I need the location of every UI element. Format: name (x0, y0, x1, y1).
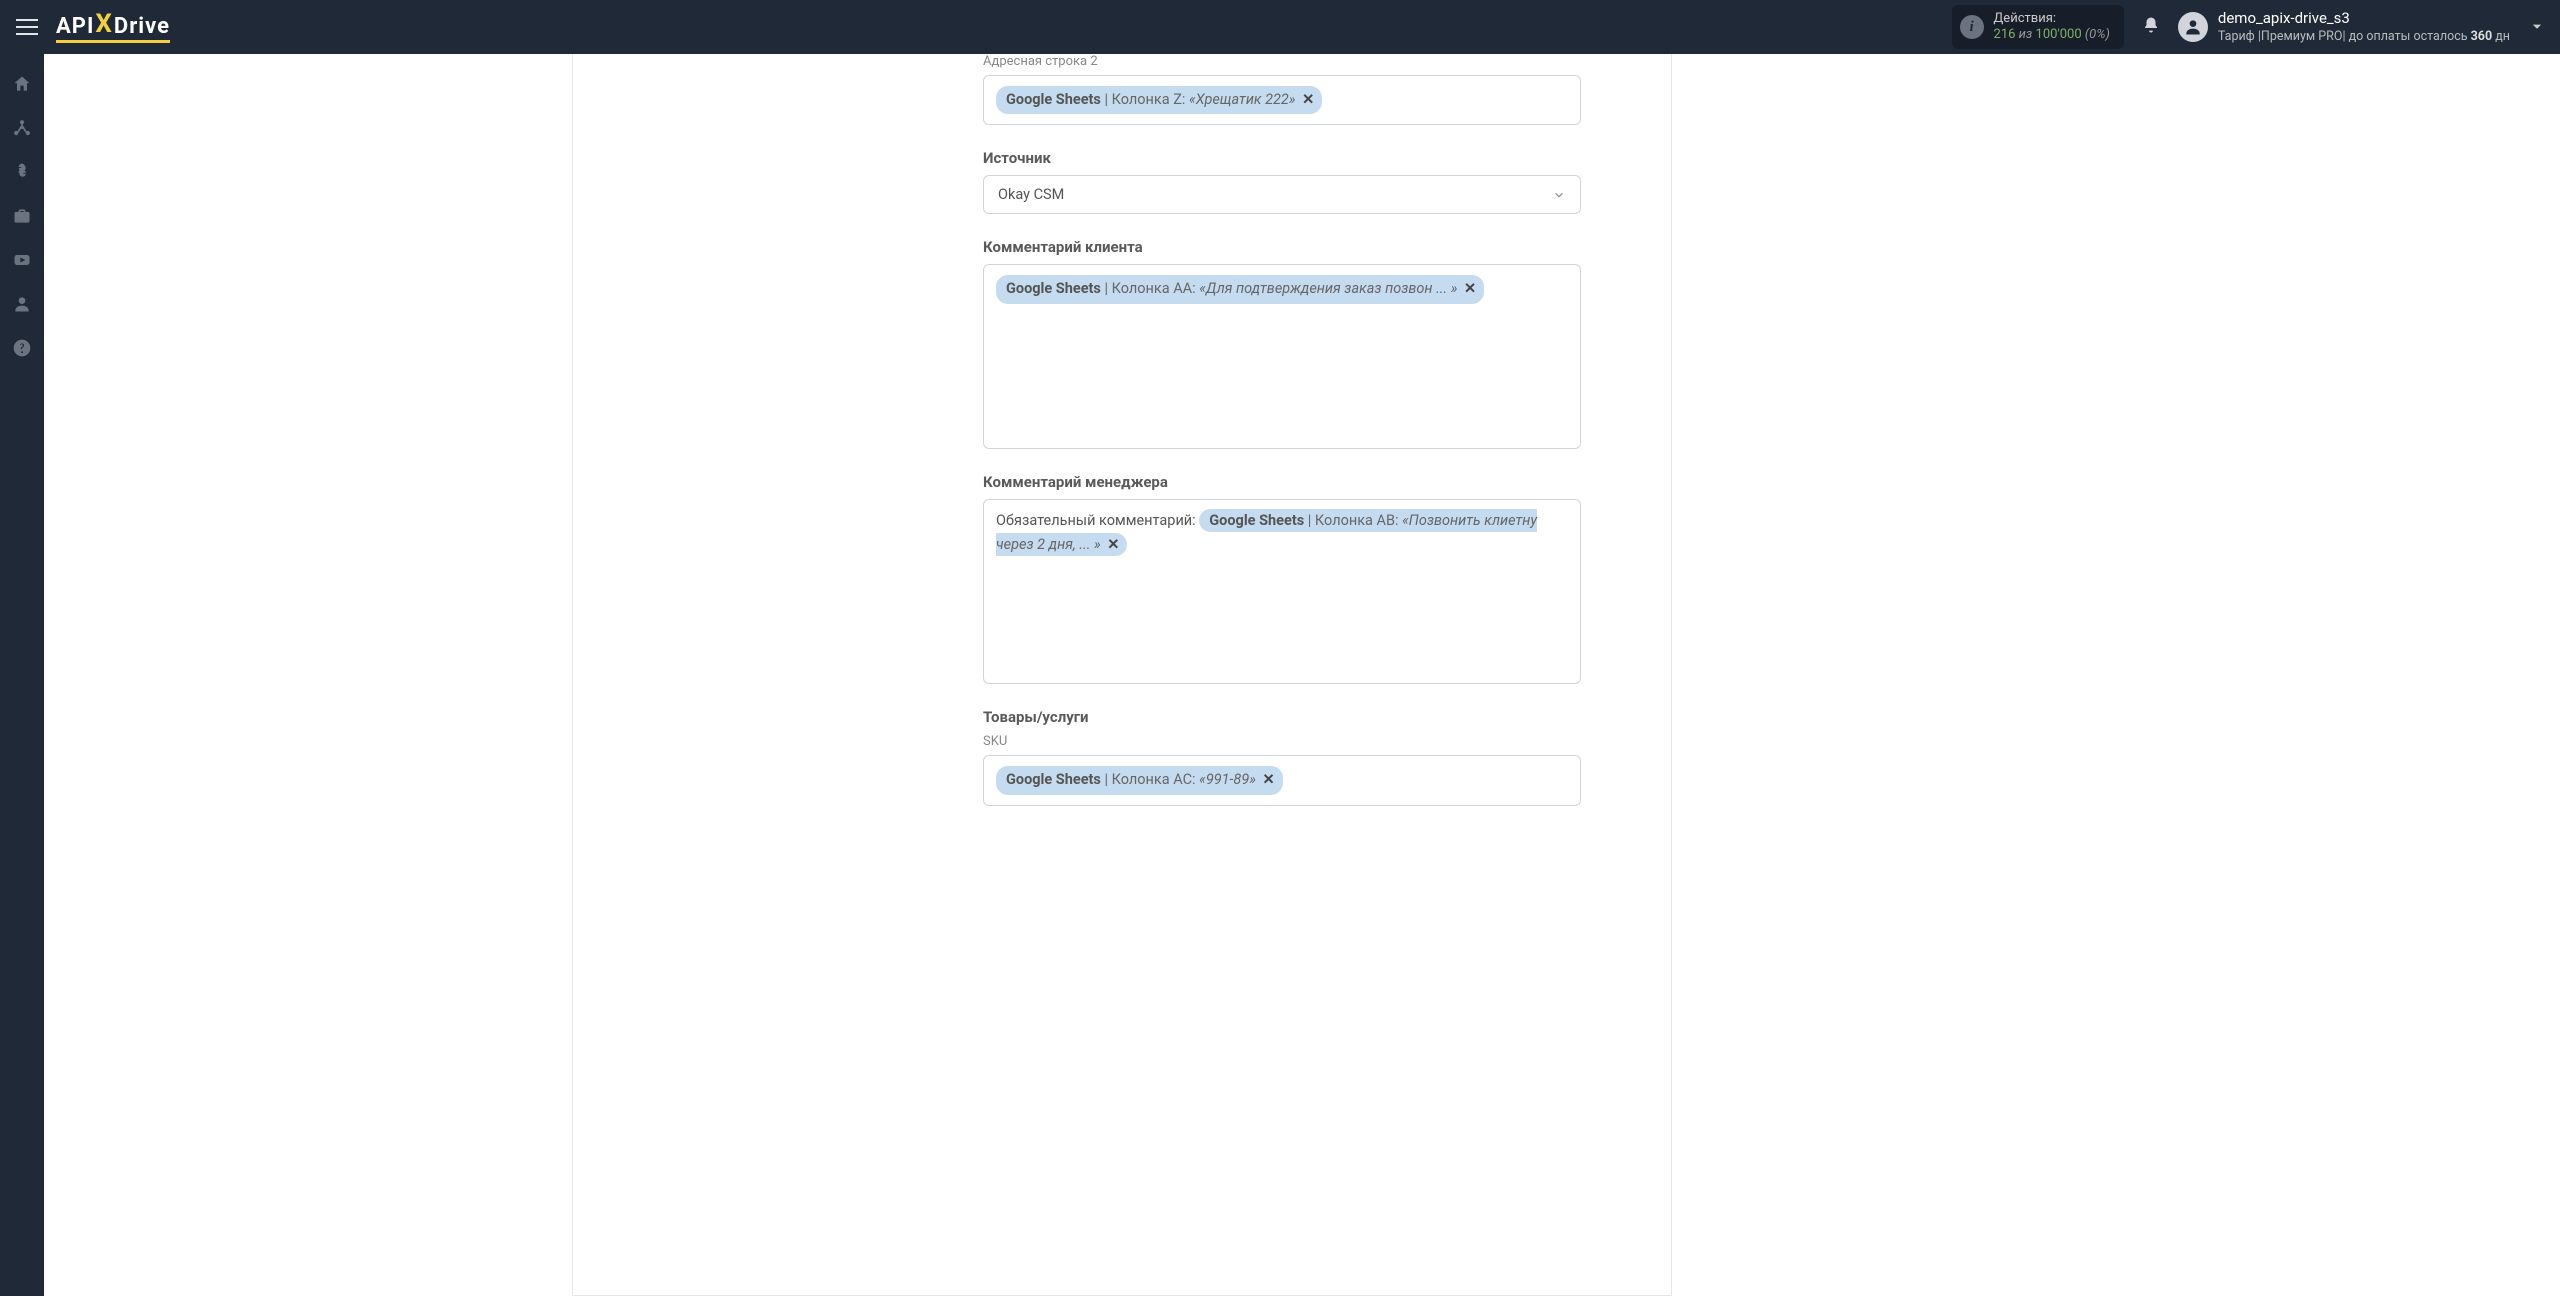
field-products-label: Товары/услуги (983, 708, 1581, 726)
user-tariff: Тариф |Премиум PRO| до оплаты осталось 3… (2218, 29, 2510, 45)
menu-hamburger-icon[interactable] (16, 15, 40, 39)
actions-label: Действия: (1994, 11, 2110, 27)
actions-sep: из (2015, 27, 2035, 42)
field-address2: Адресная строка 2 Google Sheets | Колонк… (983, 54, 1581, 125)
actions-used: 216 (1994, 27, 2016, 42)
tag-address2[interactable]: Google Sheets | Колонка Z: «Хрещатик 222… (996, 86, 1322, 114)
remove-tag-icon[interactable]: ✕ (1457, 280, 1476, 297)
actions-counts: 216 из 100'000 (0%) (1994, 27, 2110, 43)
logo-suffix: Drive (114, 14, 170, 39)
field-source-select[interactable]: Okay CSM (983, 175, 1581, 214)
tag-client-comment[interactable]: Google Sheets | Колонка AA: «Для подтвер… (996, 275, 1484, 303)
actions-total: 100'000 (2036, 27, 2082, 42)
tag-sku[interactable]: Google Sheets | Колонка AC: «991-89» ✕ (996, 766, 1283, 794)
field-manager-comment-label: Комментарий менеджера (983, 473, 1581, 491)
user-name: demo_apix-drive_s3 (2218, 9, 2510, 29)
logo-x-icon: X (94, 9, 114, 39)
field-sku-input[interactable]: Google Sheets | Колонка AC: «991-89» ✕ (983, 755, 1581, 805)
logo[interactable]: APIXDrive (56, 12, 170, 43)
form-card: Адресная строка 2 Google Sheets | Колонк… (572, 54, 1672, 1296)
field-products: Товары/услуги SKU Google Sheets | Колонк… (983, 708, 1581, 805)
field-products-sublabel: SKU (983, 734, 1581, 749)
field-client-comment-input[interactable]: Google Sheets | Колонка AA: «Для подтвер… (983, 264, 1581, 449)
sidebar-video-icon[interactable] (0, 240, 44, 280)
remove-tag-icon[interactable]: ✕ (1101, 536, 1120, 553)
field-source-label: Источник (983, 149, 1581, 167)
field-source-value: Okay CSM (998, 186, 1064, 203)
bell-icon[interactable] (2142, 15, 2160, 39)
remove-tag-icon[interactable]: ✕ (1295, 91, 1314, 108)
field-client-comment-label: Комментарий клиента (983, 238, 1581, 256)
sidebar-billing-icon[interactable] (0, 152, 44, 192)
chevron-down-icon (2530, 20, 2544, 34)
field-address2-input[interactable]: Google Sheets | Колонка Z: «Хрещатик 222… (983, 75, 1581, 125)
actions-counter[interactable]: i Действия: 216 из 100'000 (0%) (1952, 5, 2124, 50)
sidebar-connections-icon[interactable] (0, 108, 44, 148)
top-header: APIXDrive i Действия: 216 из 100'000 (0%… (0, 0, 2560, 54)
user-menu[interactable]: demo_apix-drive_s3 Тариф |Премиум PRO| д… (2178, 9, 2544, 45)
field-address2-sublabel: Адресная строка 2 (983, 54, 1581, 69)
avatar-icon (2178, 12, 2208, 42)
field-client-comment: Комментарий клиента Google Sheets | Коло… (983, 238, 1581, 449)
main-content: Адресная строка 2 Google Sheets | Колонк… (44, 54, 2560, 1296)
sidebar-home-icon[interactable] (0, 64, 44, 104)
field-source: Источник Okay CSM (983, 149, 1581, 214)
info-icon: i (1960, 15, 1984, 39)
remove-tag-icon[interactable]: ✕ (1256, 771, 1275, 788)
sidebar-user-icon[interactable] (0, 284, 44, 324)
field-manager-comment-input[interactable]: Обязательный комментарий: Google Sheets … (983, 499, 1581, 684)
field-manager-comment: Комментарий менеджера Обязательный комме… (983, 473, 1581, 684)
chevron-down-icon (1552, 188, 1566, 202)
sidebar-help-icon[interactable] (0, 328, 44, 368)
actions-pct: (0%) (2082, 27, 2110, 42)
sidebar (0, 54, 44, 1296)
sidebar-briefcase-icon[interactable] (0, 196, 44, 236)
logo-prefix: API (56, 14, 94, 39)
manager-comment-prefix: Обязательный комментарий: (996, 510, 1199, 531)
